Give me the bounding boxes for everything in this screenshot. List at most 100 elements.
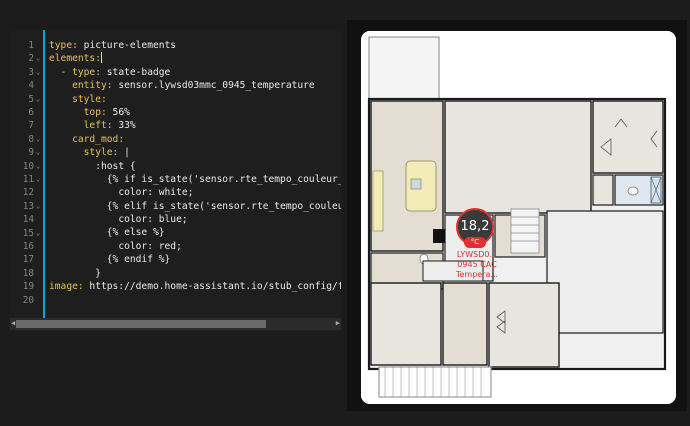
line-number: 8 (28, 133, 34, 145)
yaml-value: {% else %} (106, 227, 165, 239)
scroll-left-icon[interactable]: ◀ (11, 319, 15, 327)
yaml-key: type: (72, 66, 101, 78)
code-line[interactable]: left: 33% (49, 119, 341, 132)
line-number: 20 (22, 294, 34, 306)
picture-elements-card: 18,2 °C LYWSD0... 0945 CAC Tempera... (361, 31, 676, 404)
code-line[interactable]: {% elif is_state('sensor.rte_tempo_coule… (49, 200, 341, 213)
scroll-right-icon[interactable]: ▶ (336, 319, 340, 327)
yaml-value: {% elif is_state('sensor.rte_tempo_coule… (106, 200, 341, 212)
yaml-value: color: blue; (118, 214, 188, 226)
horizontal-scrollbar[interactable]: ◀ ▶ (10, 318, 341, 330)
yaml-key: top: (83, 106, 107, 118)
code-line[interactable]: elements: (49, 52, 341, 65)
line-number-gutter: 1 2 ⌄ 3 ⌄ 4 5 ⌄ 6 7 8 ⌄ 9 ⌄ 10 ⌄ 11 ⌄ 12 13 ⌄ 14 15 ⌄ 16 17 18 19 20 (10, 30, 43, 332)
line-number: 5 (28, 93, 34, 105)
code-line[interactable]: image: https://demo.home-assistant.io/st… (49, 280, 341, 293)
code-line[interactable]: :host { (49, 160, 341, 173)
yaml-value: :host { (95, 160, 136, 172)
code-line[interactable]: type: picture-elements (49, 39, 341, 52)
yaml-value: https://demo.home-assistant.io/stub_conf… (83, 281, 341, 293)
scrollbar-thumb[interactable] (16, 320, 266, 328)
code-line[interactable]: color: red; (49, 240, 341, 253)
badge-label-line-1: LYWSD0... (456, 250, 498, 259)
yaml-value: {% endif %} (106, 254, 171, 266)
code-indent: - (49, 66, 73, 78)
yaml-value: 56% (106, 106, 130, 118)
floorplan-image (361, 31, 676, 404)
fold-chevron-icon[interactable]: ⌄ (36, 173, 40, 186)
text-cursor (100, 52, 102, 64)
code-line[interactable] (49, 293, 341, 306)
line-number: 15 (22, 227, 34, 239)
yaml-value: 33% (112, 120, 136, 132)
code-line[interactable]: card_mod: (49, 133, 341, 146)
code-line[interactable]: color: white; (49, 186, 341, 199)
line-number: 16 (22, 241, 34, 252)
yaml-value: state-badge (101, 66, 171, 78)
card-preview-panel: 18,2 °C LYWSD0... 0945 CAC Tempera... (347, 20, 687, 411)
line-number: 13 (22, 200, 34, 212)
yaml-code-editor[interactable]: 1 2 ⌄ 3 ⌄ 4 5 ⌄ 6 7 8 ⌄ 9 ⌄ 10 ⌄ 11 ⌄ 12 13 ⌄ 14 15 ⌄ 16 17 18 19 20… (10, 30, 341, 332)
fold-chevron-icon[interactable]: ⌄ (36, 66, 40, 79)
code-line[interactable]: top: 56% (49, 106, 341, 119)
code-line[interactable]: - type: state-badge (49, 66, 341, 79)
line-number: 10 (22, 160, 34, 172)
fold-chevron-icon[interactable]: ⌄ (36, 146, 40, 159)
badge-label-line-3: Tempera... (455, 270, 499, 279)
fold-chevron-icon[interactable]: ⌄ (36, 227, 40, 240)
line-number: 17 (22, 254, 34, 266)
code-line[interactable]: } (49, 267, 341, 280)
code-content[interactable]: type: picture-elements elements: - type: … (49, 39, 341, 307)
yaml-value: color: white; (118, 187, 194, 199)
line-number: 9 (28, 147, 34, 159)
line-number: 4 (28, 80, 34, 92)
yaml-key: elements: (49, 53, 101, 65)
line-number: 11 (22, 174, 34, 185)
code-line[interactable]: color: blue; (49, 213, 341, 226)
fold-chevron-icon[interactable]: ⌄ (36, 133, 40, 146)
yaml-key: type: (49, 40, 78, 51)
code-line[interactable]: {% else %} (49, 226, 341, 239)
active-gutter-indicator (43, 30, 45, 318)
line-number: 1 (28, 40, 34, 51)
code-line[interactable]: {% if is_state('sensor.rte_tempo_couleur… (49, 173, 341, 186)
yaml-value: sensor.lywsd03mmc_0945_temperature (112, 80, 315, 92)
line-number: 18 (22, 267, 34, 279)
code-line[interactable]: entity: sensor.lywsd03mmc_0945_temperatu… (49, 79, 341, 92)
state-badge[interactable]: 18,2 °C (456, 208, 494, 248)
code-line[interactable]: style: (49, 93, 341, 106)
yaml-key: style: (83, 147, 119, 159)
yaml-value: color: red; (118, 240, 182, 252)
yaml-value: | (118, 147, 130, 159)
yaml-value: } (95, 267, 101, 279)
fold-chevron-icon[interactable]: ⌄ (36, 52, 40, 65)
yaml-key: entity: (72, 80, 113, 92)
line-number: 7 (28, 120, 34, 132)
fold-chevron-icon[interactable]: ⌄ (36, 93, 40, 106)
fold-chevron-icon[interactable]: ⌄ (36, 160, 40, 173)
line-number: 19 (22, 281, 34, 293)
line-number: 14 (22, 214, 34, 226)
code-line[interactable]: {% endif %} (49, 253, 341, 266)
yaml-value: picture-elements (77, 40, 177, 51)
yaml-key: style: (72, 93, 107, 105)
state-badge-label: LYWSD0... 0945 CAC Tempera... (448, 250, 506, 280)
yaml-value: {% if is_state('sensor.rte_tempo_couleur… (106, 173, 341, 185)
state-badge-unit: °C (464, 237, 486, 248)
line-number: 12 (22, 187, 34, 199)
fold-chevron-icon[interactable]: ⌄ (36, 200, 40, 213)
code-line[interactable]: style: | (49, 146, 341, 159)
